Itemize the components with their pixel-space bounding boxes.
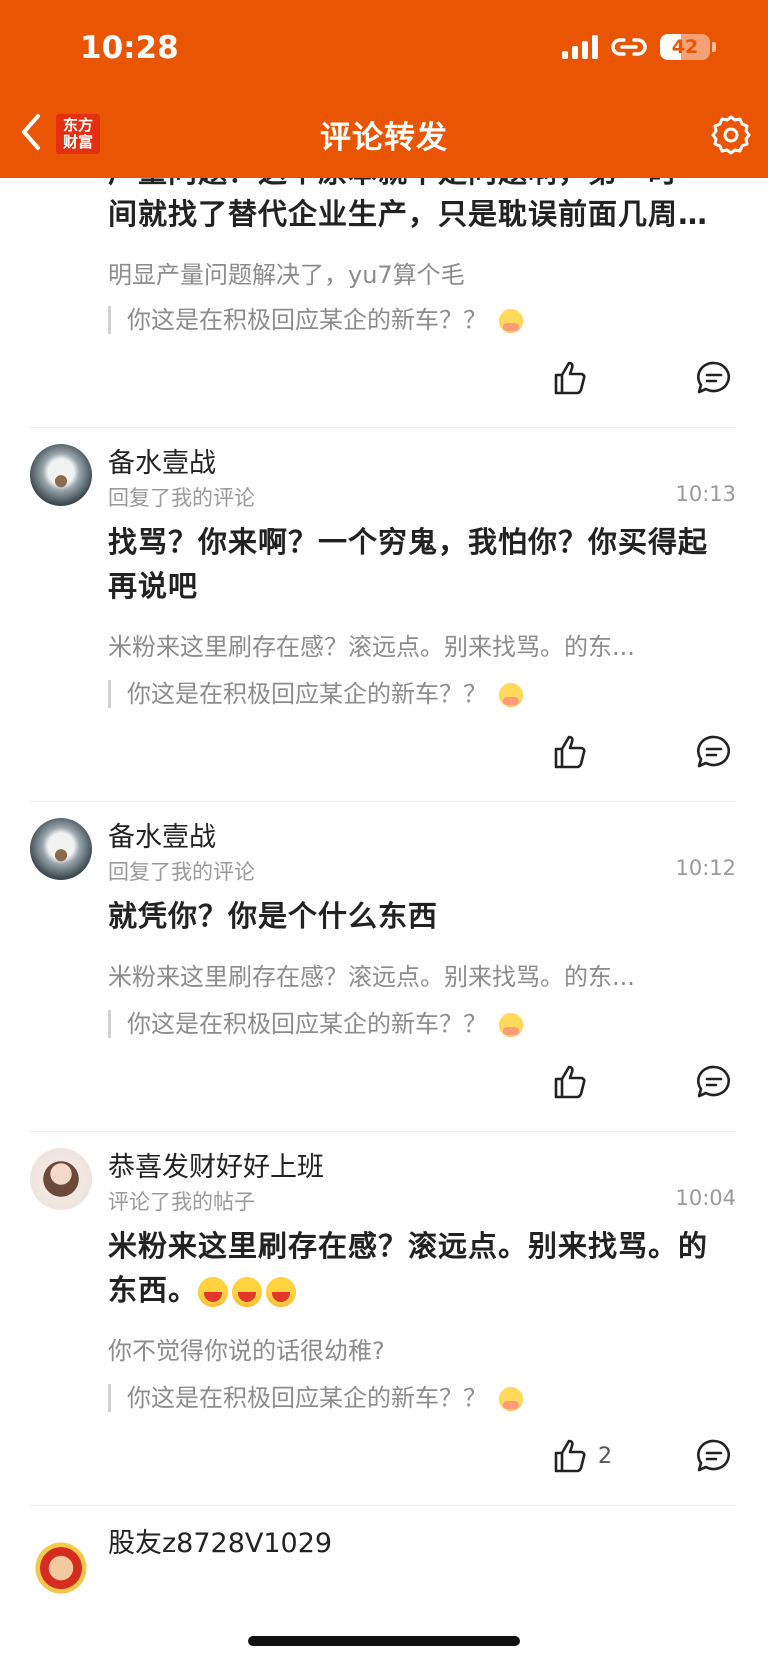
thumbs-up-icon [554, 735, 586, 769]
quote-text: 你这是在积极回应某企的新车？？ [127, 1384, 487, 1412]
username[interactable]: 恭喜发财好好上班 [108, 1145, 324, 1184]
avatar[interactable] [30, 444, 92, 506]
comment-body-line2: 间就找了替代企业生产，只是耽误前面几周… [108, 197, 709, 231]
timestamp: 10:12 [675, 856, 736, 880]
like-button[interactable] [552, 734, 588, 770]
shy-emoji-icon [499, 1013, 523, 1037]
divider [30, 801, 736, 802]
username[interactable]: 备水壹战 [108, 441, 216, 480]
home-indicator[interactable] [248, 1636, 520, 1646]
original-post-quote[interactable]: 你这是在积极回应某企的新车？？ [108, 680, 523, 708]
timestamp: 10:04 [675, 1186, 736, 1210]
like-button[interactable]: 2 [552, 1438, 612, 1474]
quote-text: 你这是在积极回应某企的新车？？ [127, 680, 487, 708]
timestamp: 10:13 [675, 482, 736, 506]
like-button[interactable] [552, 1064, 588, 1100]
comment-icon [697, 1439, 730, 1472]
like-button[interactable] [552, 360, 588, 396]
app-header: 10:28 42 东方 财富 评论转发 [0, 0, 768, 178]
original-post-quote[interactable]: 你这是在积极回应某企的新车？？ [108, 1384, 523, 1412]
action-text: 回复了我的评论 [108, 860, 255, 884]
status-time: 10:28 [80, 30, 179, 66]
original-post-quote[interactable]: 你这是在积极回应某企的新车？？ [108, 1010, 523, 1038]
divider [30, 1505, 736, 1506]
battery-cap [712, 42, 716, 52]
reply-button[interactable] [696, 360, 732, 400]
signal-icon [562, 35, 598, 59]
avatar[interactable] [30, 1148, 92, 1210]
referenced-comment: 你不觉得你说的话很幼稚? [108, 1337, 385, 1365]
battery-level: 42 [671, 36, 699, 58]
comment-body: 就凭你？你是个什么东西 [108, 899, 439, 933]
shy-emoji-icon [499, 1387, 523, 1411]
reply-button[interactable] [696, 1064, 732, 1104]
gear-icon [711, 115, 751, 155]
quote-text: 你这是在积极回应某企的新车？？ [127, 306, 487, 334]
referenced-comment: 明显产量问题解决了，yu7算个毛 [108, 261, 465, 289]
reply-button[interactable] [696, 1438, 732, 1478]
link-icon [611, 38, 647, 56]
username[interactable]: 股友z8728V1029 [108, 1521, 332, 1560]
comment-icon [697, 1065, 730, 1098]
laughing-emoji-icon [266, 1277, 297, 1307]
like-count: 2 [598, 1443, 612, 1469]
comment-icon [697, 735, 730, 768]
action-text: 评论了我的帖子 [108, 1190, 255, 1214]
comment-icon [697, 361, 730, 394]
comment-body: 找骂？你来啊？一个穷鬼，我怕你？你买得起再说吧 [108, 525, 709, 603]
username[interactable]: 备水壹战 [108, 815, 216, 854]
shy-emoji-icon [499, 309, 523, 333]
status-icons: 42 [562, 34, 716, 60]
divider [30, 1131, 736, 1132]
original-post-quote[interactable]: 你这是在积极回应某企的新车？？ [108, 306, 523, 334]
quote-text: 你这是在积极回应某企的新车？？ [127, 1010, 487, 1038]
referenced-comment: 米粉来这里刷存在感？滚远点。别来找骂。的东... [108, 633, 635, 661]
divider [30, 427, 736, 428]
notification-list[interactable]: 广量问题？这个原本就不是问题啊，第一时 间就找了替代企业生产，只是耽误前面几周…… [0, 178, 768, 1663]
laughing-emoji-icon [232, 1277, 263, 1307]
thumbs-up-icon [554, 361, 586, 395]
avatar[interactable] [30, 818, 92, 880]
reply-button[interactable] [696, 734, 732, 774]
thumbs-up-icon [554, 1065, 586, 1099]
settings-button[interactable] [710, 114, 752, 160]
battery-icon: 42 [660, 34, 710, 60]
thumbs-up-icon [554, 1439, 586, 1473]
page-title: 评论转发 [320, 120, 448, 156]
laughing-emoji-icon [198, 1277, 229, 1307]
action-text: 回复了我的评论 [108, 486, 255, 510]
referenced-comment: 米粉来这里刷存在感？滚远点。别来找骂。的东... [108, 963, 635, 991]
comment-body: 米粉来这里刷存在感？滚远点。别来找骂。的东西。 [108, 1224, 728, 1312]
avatar[interactable] [30, 1534, 92, 1596]
shy-emoji-icon [499, 683, 523, 707]
